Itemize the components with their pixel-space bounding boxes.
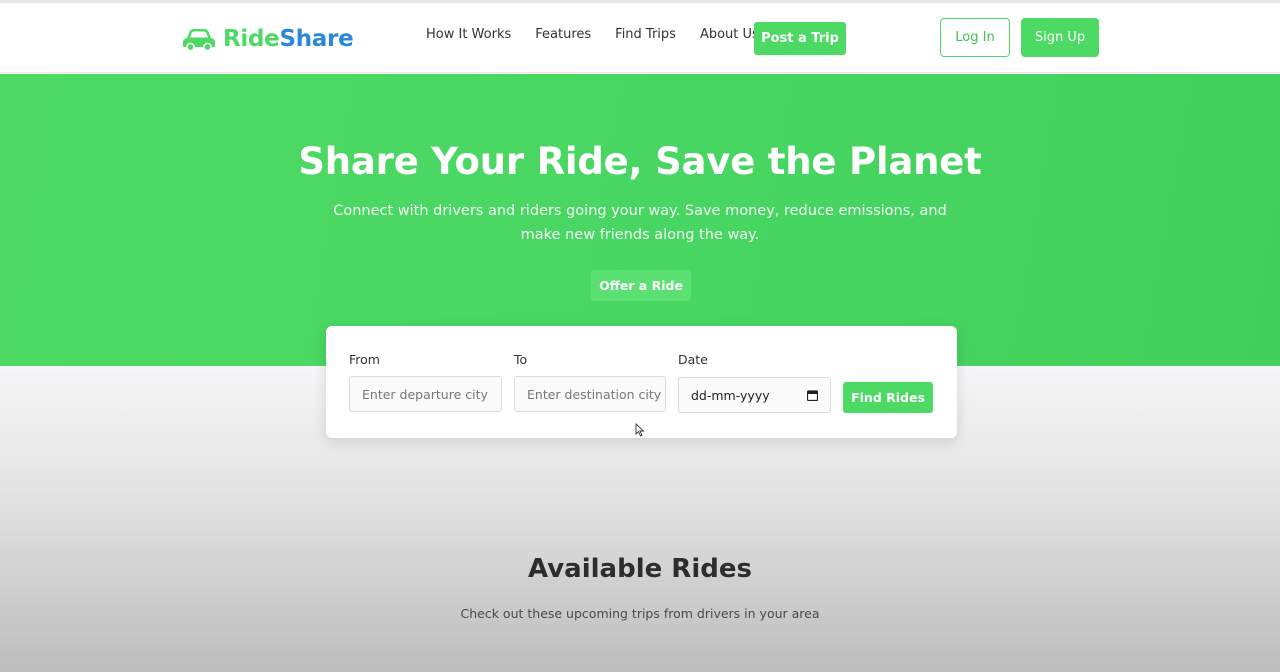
date-input[interactable]: dd-mm-yyyy [678, 377, 831, 413]
nav-link-about-us[interactable]: About Us [700, 27, 759, 42]
search-card: From Enter departure city To Enter desti… [326, 326, 957, 438]
brand-name: RideShare [223, 26, 354, 52]
offer-ride-button[interactable]: Offer a Ride [591, 270, 691, 301]
find-rides-button[interactable]: Find Rides [843, 382, 933, 413]
from-placeholder: Enter departure city [362, 386, 488, 402]
navbar: RideShare How It Works Features Find Tri… [0, 3, 1280, 73]
brand-name-ride: Ride [223, 26, 280, 52]
to-label: To [514, 352, 528, 367]
hero-subtitle: Connect with drivers and riders going yo… [333, 203, 947, 243]
to-placeholder: Enter destination city [527, 386, 662, 402]
date-value: dd-mm-yyyy [691, 387, 770, 403]
from-label: From [349, 352, 380, 367]
car-icon [183, 29, 215, 51]
calendar-icon[interactable] [807, 390, 818, 401]
logo[interactable]: RideShare [182, 23, 354, 55]
to-input[interactable]: Enter destination city [514, 376, 666, 412]
nav-link-features[interactable]: Features [535, 27, 591, 42]
brand-name-share: Share [279, 26, 354, 52]
date-label: Date [678, 352, 708, 367]
post-trip-button[interactable]: Post a Trip [754, 22, 846, 55]
hero-title: Share Your Ride, Save the Planet [298, 140, 982, 183]
from-input[interactable]: Enter departure city [349, 376, 502, 412]
nav-link-how-it-works[interactable]: How It Works [426, 27, 511, 42]
mouse-cursor-icon [635, 423, 645, 437]
available-rides-subtitle: Check out these upcoming trips from driv… [460, 606, 820, 621]
hero-section: Share Your Ride, Save the Planet Connect… [0, 74, 1280, 366]
available-rides-title: Available Rides [528, 554, 752, 584]
nav-link-find-trips[interactable]: Find Trips [615, 27, 676, 42]
nav-links: How It Works Features Find Trips About U… [426, 23, 783, 45]
login-button[interactable]: Log In [940, 18, 1010, 57]
signup-button[interactable]: Sign Up [1021, 18, 1099, 57]
